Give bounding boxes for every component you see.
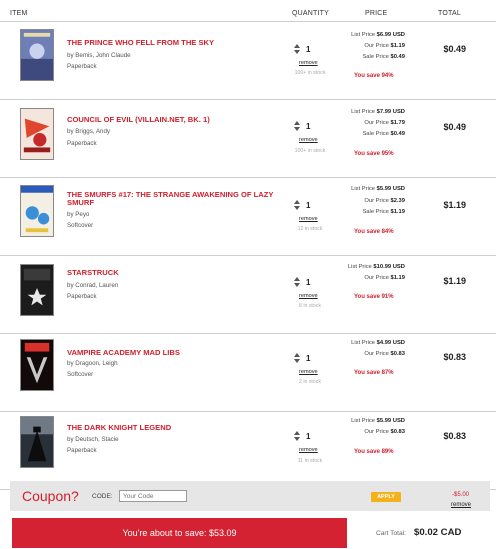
item-title[interactable]: THE SMURFS #17: THE STRANGE AWAKENING OF… (67, 190, 277, 208)
item-author: by Bemis, John Claude (67, 52, 131, 59)
item-title[interactable]: COUNCIL OF EVIL (VILLAIN.NET, BK. 1) (67, 115, 277, 124)
item-title[interactable]: THE PRINCE WHO FELL FROM THE SKY (67, 38, 277, 47)
savings-text: You save 94% (354, 73, 394, 79)
item-format: Paperback (67, 140, 97, 147)
line-total: $0.83 (443, 431, 466, 441)
apply-coupon-button[interactable]: APPLY (371, 492, 401, 502)
remove-link[interactable]: remove (299, 216, 318, 222)
line-total: $0.49 (443, 44, 466, 54)
remove-link[interactable]: remove (299, 60, 318, 66)
savings-text: You save 87% (354, 370, 394, 376)
item-title[interactable]: THE DARK KNIGHT LEGEND (67, 423, 277, 432)
stock-status: 12 in stock (297, 226, 323, 232)
stock-status: 2 in stock (299, 379, 321, 385)
book-cover-image[interactable] (20, 108, 54, 160)
coupon-remove-link[interactable]: remove (451, 502, 471, 508)
item-title[interactable]: VAMPIRE ACADEMY MAD LIBS (67, 348, 277, 357)
book-cover-image[interactable] (20, 29, 54, 81)
stock-status: 8 in stock (299, 303, 321, 309)
list-price: List Price $7.99 USD (351, 109, 405, 115)
header-total: TOTAL (438, 10, 461, 17)
stock-status: 11 in stock (297, 458, 323, 464)
item-format: Softcover (67, 222, 94, 229)
our-price: Our Price $1.19 (364, 275, 405, 281)
sale-price: Sale Price $0.49 (362, 131, 405, 137)
line-total: $0.83 (443, 352, 466, 362)
remove-link[interactable]: remove (299, 293, 318, 299)
our-price: Our Price $0.83 (364, 429, 405, 435)
stock-status: 100+ in stock (294, 148, 326, 154)
savings-text: You save 91% (354, 294, 394, 300)
remove-link[interactable]: remove (299, 447, 318, 453)
line-total: $1.19 (443, 200, 466, 210)
cart-table-header: ITEM QUANTITY PRICE TOTAL (0, 0, 496, 22)
book-cover-image[interactable] (20, 264, 54, 316)
savings-text: You save 89% (354, 449, 394, 455)
list-price: List Price $5.99 USD (351, 418, 405, 424)
savings-banner: You're about to save: $53.09 (12, 518, 347, 548)
cart-total-value: $0.02 CAD (414, 527, 462, 538)
cart-row: THE PRINCE WHO FELL FROM THE SKY by Bemi… (0, 22, 496, 100)
cart-row: VAMPIRE ACADEMY MAD LIBS by Dragoon, Lei… (0, 334, 496, 412)
list-price: List Price $5.99 USD (351, 186, 405, 192)
book-cover-image[interactable] (20, 416, 54, 468)
item-format: Softcover (67, 371, 94, 378)
item-author: by Peyo (67, 211, 90, 218)
coupon-bar: Coupon? CODE: APPLY -$5.00 remove (10, 481, 490, 511)
our-price: Our Price $2.39 (364, 198, 405, 204)
item-format: Paperback (67, 63, 97, 70)
sale-price: Sale Price $1.19 (362, 209, 405, 215)
remove-link[interactable]: remove (299, 369, 318, 375)
header-item: ITEM (10, 10, 28, 17)
item-author: by Deutsch, Stacie (67, 436, 119, 443)
list-price: List Price $6.99 USD (351, 32, 405, 38)
item-format: Paperback (67, 293, 97, 300)
coupon-title: Coupon? (22, 488, 79, 504)
item-author: by Briggs, Andy (67, 128, 110, 135)
cart-row: THE DARK KNIGHT LEGEND by Deutsch, Staci… (0, 412, 496, 490)
coupon-code-label: CODE: (92, 493, 113, 500)
our-price: Our Price $1.19 (364, 43, 405, 49)
our-price: Our Price $1.79 (364, 120, 405, 126)
decrease-icon[interactable] (294, 359, 300, 363)
coupon-code-input[interactable] (119, 490, 187, 502)
item-title[interactable]: STARSTRUCK (67, 268, 277, 277)
our-price: Our Price $0.83 (364, 351, 405, 357)
decrease-icon[interactable] (294, 437, 300, 441)
book-cover-image[interactable] (20, 339, 54, 391)
cart-row: COUNCIL OF EVIL (VILLAIN.NET, BK. 1) by … (0, 100, 496, 178)
coupon-discount: -$5.00 (452, 492, 470, 498)
cart-row: STARSTRUCK by Conrad, Lauren Paperback 1… (0, 256, 496, 334)
header-quantity: QUANTITY (292, 10, 329, 17)
sale-price: Sale Price $0.49 (362, 54, 405, 60)
stock-status: 100+ in stock (294, 70, 326, 76)
savings-text: You save 84% (354, 229, 394, 235)
line-total: $0.49 (443, 122, 466, 132)
remove-link[interactable]: remove (299, 137, 318, 143)
item-author: by Conrad, Lauren (67, 282, 119, 289)
cart-row: THE SMURFS #17: THE STRANGE AWAKENING OF… (0, 178, 496, 256)
book-cover-image[interactable] (20, 185, 54, 237)
decrease-icon[interactable] (294, 283, 300, 287)
line-total: $1.19 (443, 276, 466, 286)
cart-total-label: Cart Total: (376, 530, 406, 537)
list-price: List Price $4.99 USD (351, 340, 405, 346)
savings-text: You save 95% (354, 151, 394, 157)
header-price: PRICE (365, 10, 388, 17)
item-format: Paperback (67, 447, 97, 454)
item-author: by Dragoon, Leigh (67, 360, 118, 367)
list-price: List Price $10.99 USD (347, 264, 405, 270)
